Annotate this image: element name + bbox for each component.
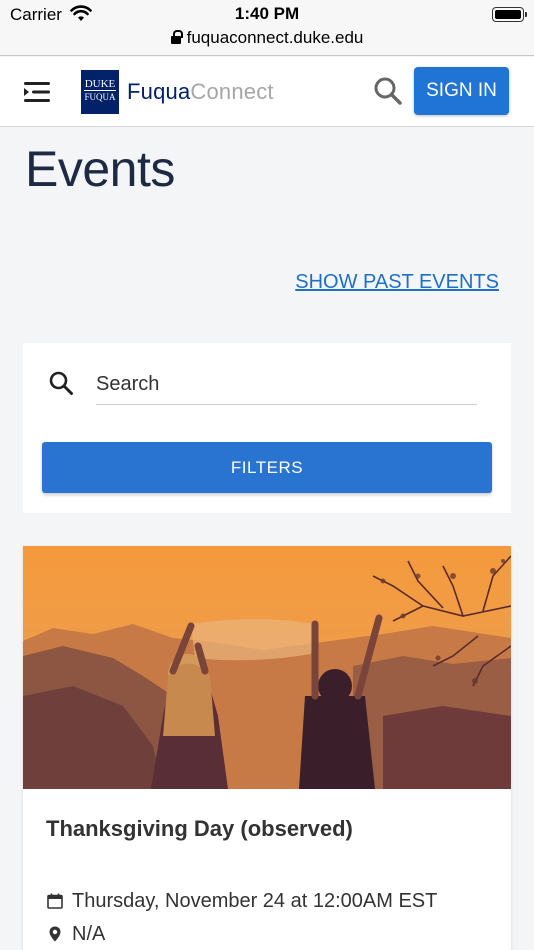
page-title: Events [25, 141, 175, 197]
status-bar: Carrier 1:40 PM fuquaconnect.duke.edu [0, 0, 534, 56]
event-card[interactable]: Thanksgiving Day (observed) Thursday, No… [23, 546, 511, 950]
show-past-events-link[interactable]: SHOW PAST EVENTS [295, 271, 499, 294]
search-icon[interactable] [372, 75, 404, 107]
search-icon [49, 371, 73, 395]
battery-icon [492, 7, 527, 22]
event-date: Thursday, November 24 at 12:00AM EST [72, 889, 438, 912]
search-input[interactable] [96, 365, 477, 405]
calendar-icon [47, 893, 63, 909]
event-photo-illustration [23, 546, 511, 789]
brand-connect: Connect [190, 79, 274, 104]
sign-in-button[interactable]: SIGN IN [414, 67, 509, 115]
location-pin-icon [49, 926, 61, 942]
event-title[interactable]: Thanksgiving Day (observed) [46, 816, 353, 842]
url-text: fuquaconnect.duke.edu [186, 28, 364, 47]
event-location-row: N/A [46, 922, 105, 946]
url-bar[interactable]: fuquaconnect.duke.edu [0, 28, 534, 48]
menu-icon[interactable] [22, 79, 54, 105]
lock-icon [170, 30, 183, 44]
event-date-row: Thursday, November 24 at 12:00AM EST [46, 889, 437, 913]
brand-fuqua: Fuqua [127, 79, 191, 104]
event-image[interactable] [23, 546, 511, 789]
brand-wordmark[interactable]: FuquaConnect [127, 79, 274, 105]
event-location: N/A [72, 922, 106, 945]
search-panel: FILTERS [23, 343, 511, 513]
filters-button[interactable]: FILTERS [42, 442, 492, 493]
duke-fuqua-logo[interactable]: DUKE FUQUA [81, 70, 119, 114]
site-header: DUKE FUQUA FuquaConnect SIGN IN [0, 57, 534, 127]
clock: 1:40 PM [234, 4, 300, 23]
